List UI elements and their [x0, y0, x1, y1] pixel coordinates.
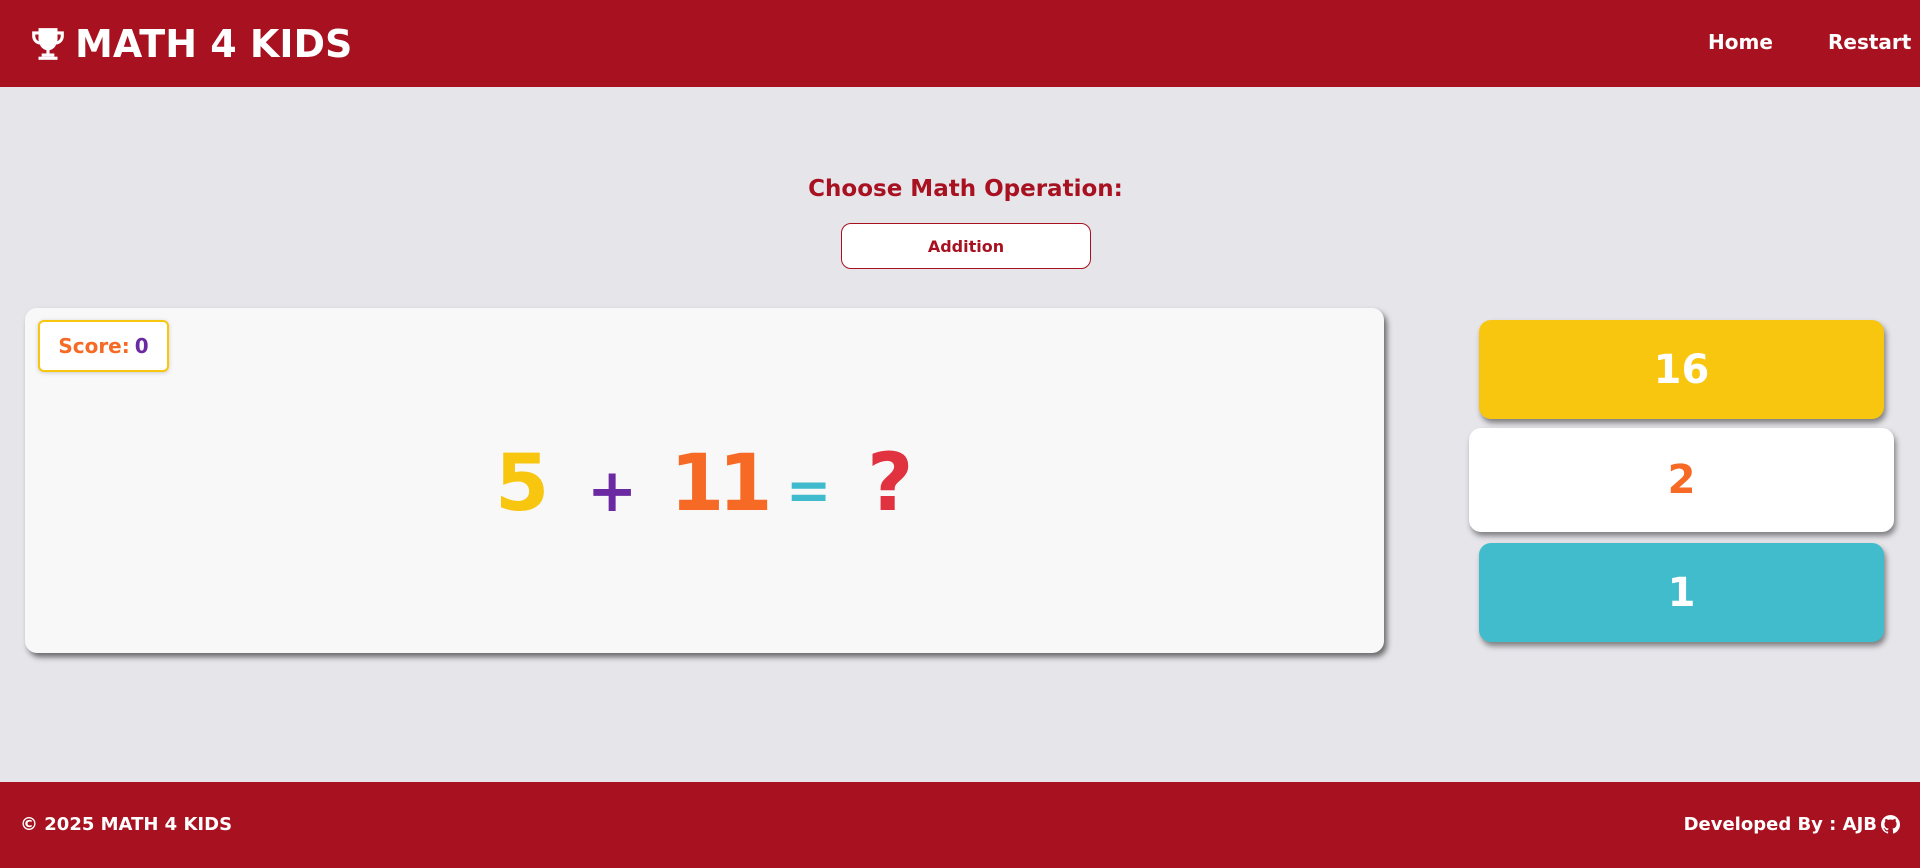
question-board: Score: 0 5 + 11 = ?: [25, 308, 1384, 653]
operation-label: Choose Math Operation:: [808, 176, 1123, 202]
app-header: MATH 4 KIDS Home Restart: [0, 0, 1920, 87]
app-footer: © 2025 MATH 4 KIDS Developed By : AJB: [0, 782, 1920, 868]
answer-option-3[interactable]: 1: [1479, 543, 1884, 642]
answer-option-1[interactable]: 16: [1479, 320, 1884, 419]
app-logo[interactable]: MATH 4 KIDS: [29, 22, 352, 66]
copyright-text: © 2025 MATH 4 KIDS: [20, 814, 233, 835]
trophy-icon: [32, 28, 64, 60]
developer-credit[interactable]: Developed By : AJB: [1684, 814, 1900, 835]
developer-text: Developed By : AJB: [1683, 814, 1877, 835]
unknown-answer: ?: [867, 436, 914, 529]
equation: 5 + 11 = ?: [25, 308, 1384, 653]
github-icon[interactable]: [1881, 815, 1900, 834]
operand-b: 11: [670, 439, 773, 529]
operation-select[interactable]: Addition: [841, 223, 1091, 269]
operator-sign: +: [587, 456, 638, 526]
answer-option-2[interactable]: 2: [1469, 428, 1894, 532]
operand-a: 5: [495, 439, 550, 529]
app-title: MATH 4 KIDS: [75, 22, 353, 66]
nav-home-link[interactable]: Home: [1708, 30, 1773, 54]
nav-restart-link[interactable]: Restart: [1828, 30, 1911, 54]
equals-sign: =: [786, 459, 832, 522]
